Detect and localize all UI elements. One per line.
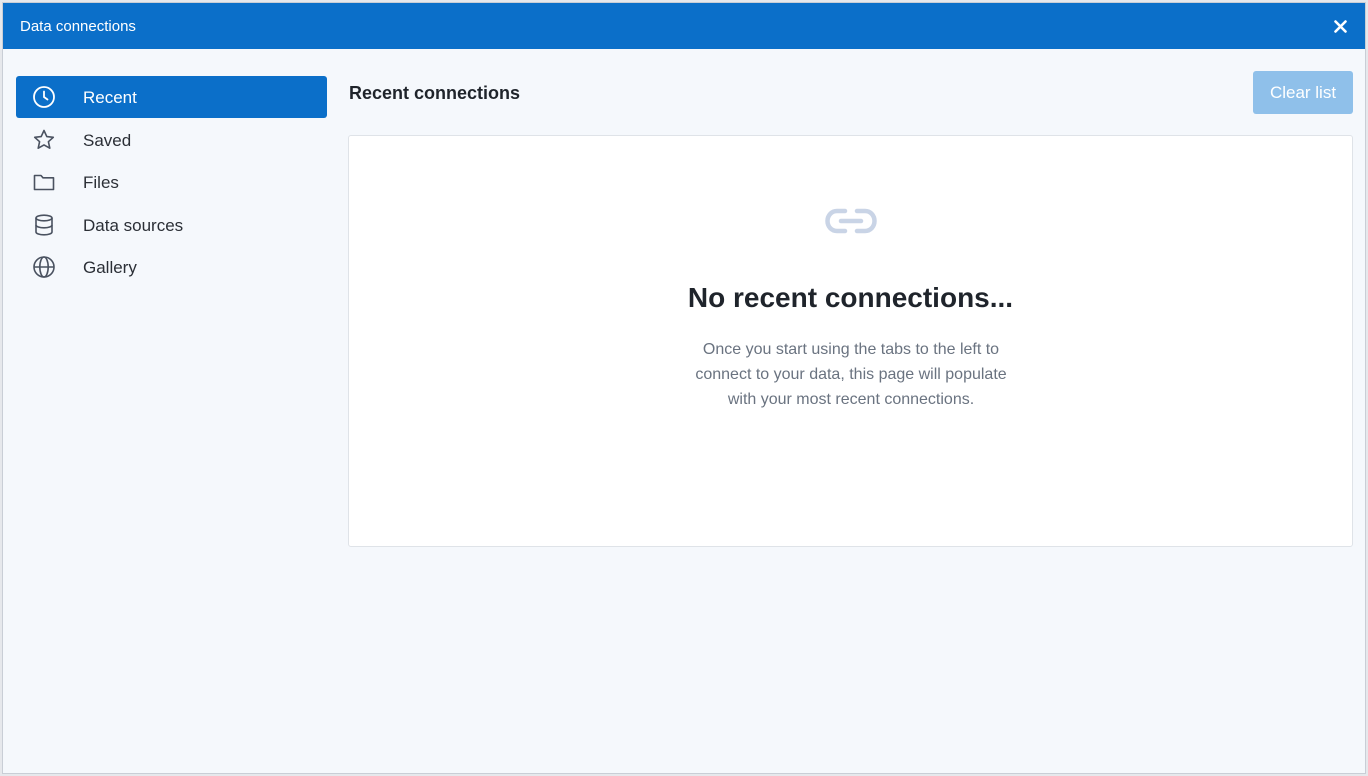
window-title: Data connections: [20, 18, 136, 35]
close-icon: [1333, 19, 1347, 33]
title-bar: Data connections: [3, 3, 1365, 49]
sidebar-item-files[interactable]: Files: [16, 161, 327, 203]
empty-state-panel: No recent connections... Once you start …: [348, 135, 1353, 547]
data-connections-dialog: Data connections Recent Saved Files Data…: [2, 2, 1366, 774]
sidebar-item-gallery[interactable]: Gallery: [16, 246, 327, 288]
star-icon: [31, 128, 57, 152]
sidebar-nav: Recent Saved Files Data sources Gallery: [16, 76, 327, 289]
sidebar-item-label: Saved: [83, 130, 132, 150]
empty-state-description: Once you start using the tabs to the lef…: [695, 341, 1007, 408]
empty-state-heading: No recent connections...: [687, 282, 1014, 313]
clear-list-button[interactable]: Clear list: [1253, 71, 1353, 114]
page-title: Recent connections: [349, 83, 521, 103]
database-icon: [31, 213, 57, 237]
sidebar-item-saved[interactable]: Saved: [16, 119, 327, 161]
sidebar-item-label: Files: [83, 173, 119, 192]
close-button[interactable]: [1329, 15, 1351, 37]
globe-icon: [31, 255, 57, 279]
clock-icon: [31, 85, 57, 109]
sidebar-item-data-sources[interactable]: Data sources: [16, 204, 327, 246]
link-icon: [825, 208, 877, 234]
folder-icon: [31, 170, 57, 194]
sidebar-item-label: Data sources: [83, 215, 184, 235]
sidebar-item-recent[interactable]: Recent: [16, 76, 327, 118]
sidebar-item-label: Gallery: [83, 258, 137, 277]
sidebar-item-label: Recent: [83, 88, 137, 107]
